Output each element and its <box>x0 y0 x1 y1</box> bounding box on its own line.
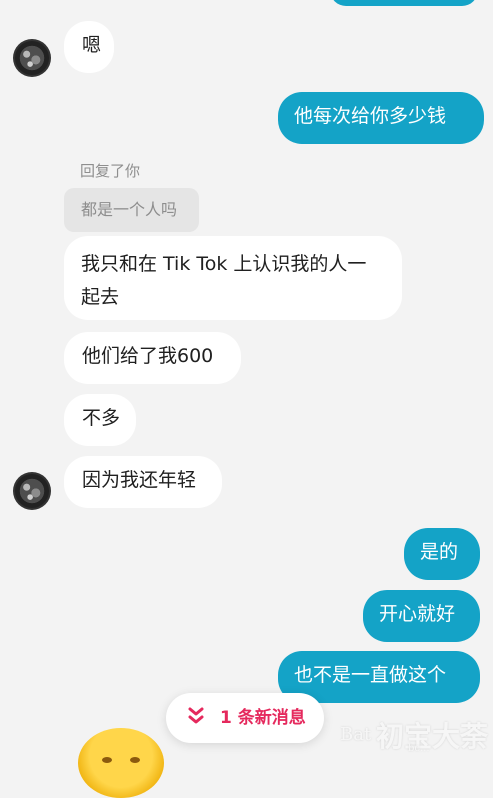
contact-avatar[interactable] <box>13 39 51 77</box>
message-text: 也不是一直做这个 <box>294 664 447 686</box>
message-text: 是的 <box>420 541 459 563</box>
reply-label: 回复了你 <box>80 162 141 180</box>
emoji-eye <box>130 757 140 763</box>
incoming-message[interactable]: 他们给了我600 <box>64 332 241 384</box>
watermark: Bat 初宝大荼 bc... <box>340 710 490 755</box>
watermark-text: 初宝大荼 <box>376 720 489 753</box>
chat-thread: 嗯 他每次给你多少钱 回复了你 都是一个人吗 我只和在 Tik Tok 上认识我… <box>0 0 493 798</box>
incoming-message[interactable]: 不多 <box>64 394 136 446</box>
message-text: 因为我还年轻 <box>82 469 197 491</box>
new-messages-label: 1 条新消息 <box>220 708 306 728</box>
watermark-text: Bat <box>340 724 372 745</box>
message-text: 他们给了我600 <box>82 345 214 367</box>
double-chevron-down-icon <box>188 707 204 724</box>
message-text: 他每次给你多少钱 <box>294 105 447 127</box>
emoji-eye <box>102 757 112 763</box>
emoji-sticker[interactable] <box>78 728 164 798</box>
message-text: 不多 <box>82 407 121 429</box>
outgoing-message[interactable]: 开心就好 <box>363 590 480 642</box>
new-messages-button[interactable]: 1 条新消息 <box>166 693 324 743</box>
quoted-message-text: 都是一个人吗 <box>81 200 178 219</box>
outgoing-message[interactable]: 他每次给你多少钱 <box>278 92 484 144</box>
message-text: 嗯 <box>82 34 102 56</box>
partial-outgoing-bubble <box>330 0 478 6</box>
message-text: 我只和在 Tik Tok 上认识我的人一起去 <box>81 253 367 308</box>
quoted-message[interactable]: 都是一个人吗 <box>64 188 199 232</box>
incoming-message[interactable]: 因为我还年轻 <box>64 456 222 508</box>
watermark-text: bc... <box>408 743 430 754</box>
contact-avatar[interactable] <box>13 472 51 510</box>
message-text: 开心就好 <box>379 603 456 625</box>
incoming-message[interactable]: 嗯 <box>64 21 114 73</box>
incoming-message[interactable]: 我只和在 Tik Tok 上认识我的人一起去 <box>64 236 402 320</box>
outgoing-message[interactable]: 是的 <box>404 528 480 580</box>
